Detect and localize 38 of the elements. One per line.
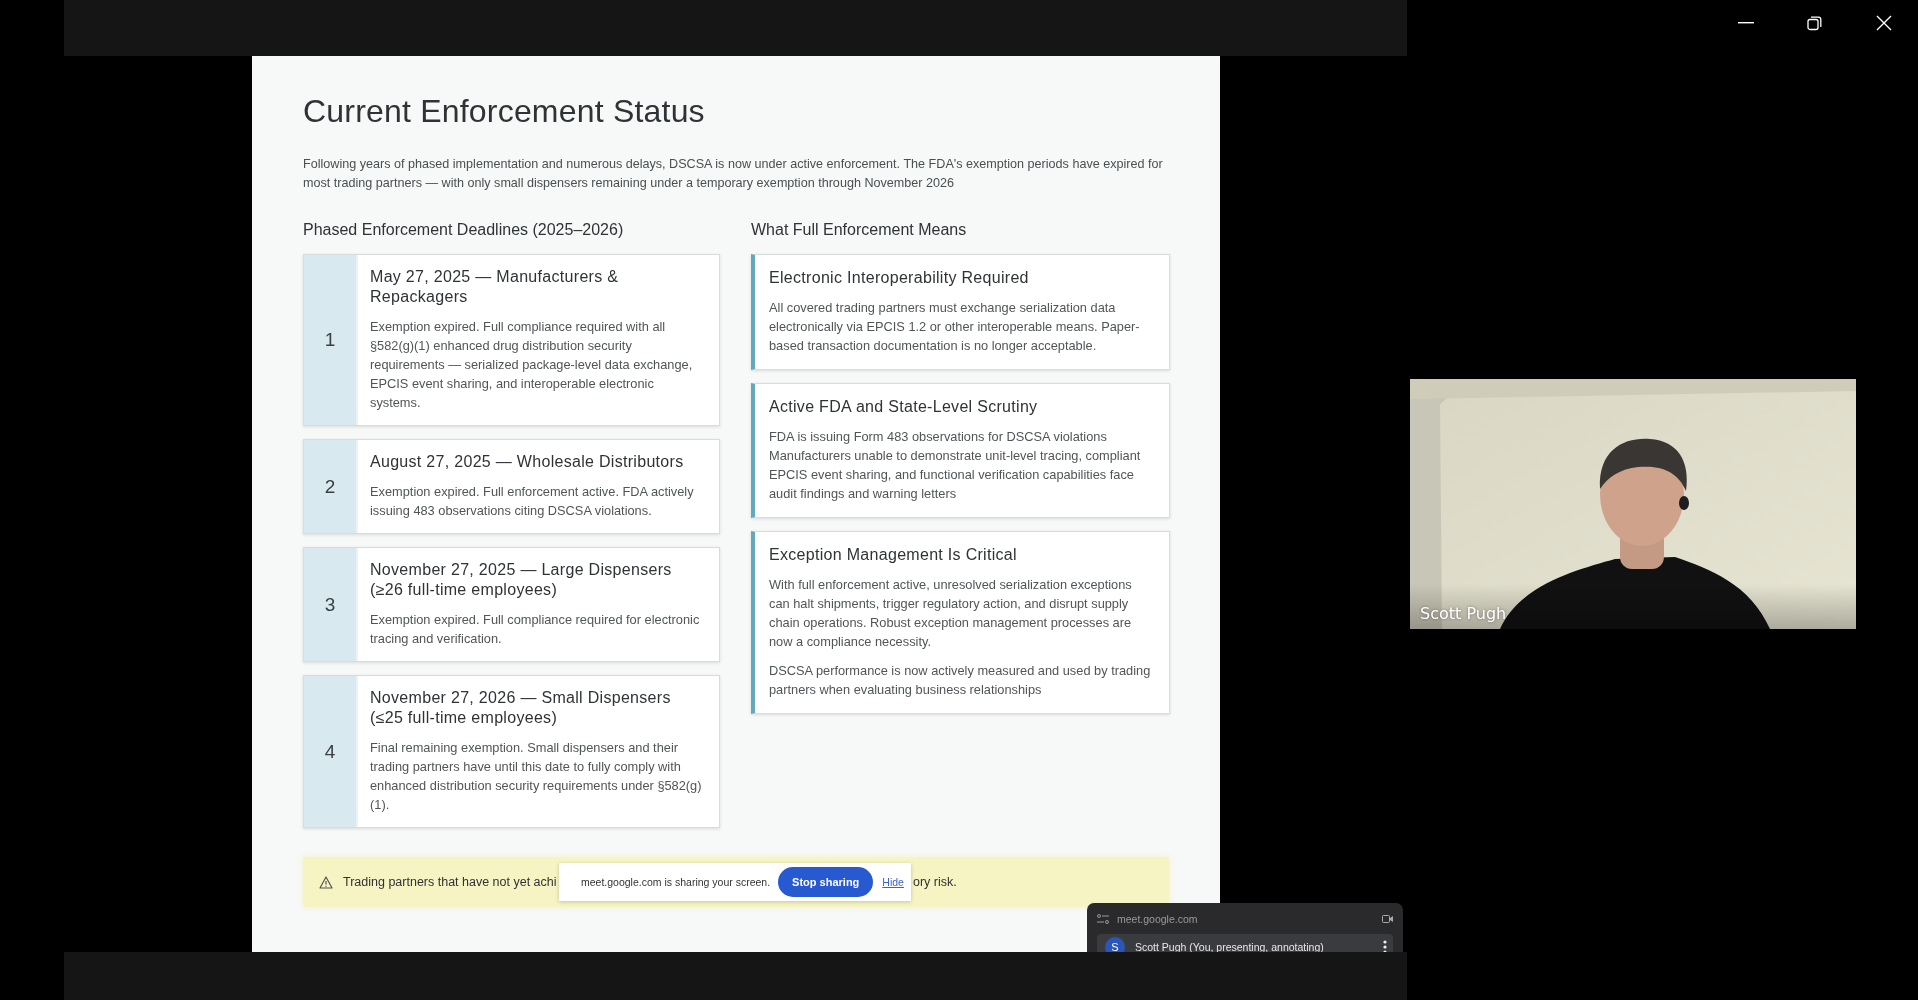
deadline-description: Exemption expired. Full compliance required for electronic tracing and verification. bbox=[370, 611, 701, 648]
participant-name: Scott Pugh bbox=[1420, 604, 1507, 623]
avatar: S bbox=[1105, 937, 1125, 952]
info-description: DSCSA performance is now actively measured and used by trading partners when evaluating business relationships bbox=[769, 662, 1152, 699]
step-number: 1 bbox=[304, 255, 358, 425]
close-icon bbox=[1875, 15, 1892, 31]
section-heading: What Full Enforcement Means bbox=[751, 221, 968, 239]
deadline-description: Final remaining exemption. Small dispensers and their trading partners have until this date to fully comply with enhanced distribution security requirements under §582(g)(1). bbox=[370, 739, 703, 814]
slide-title: Current Enforcement Status bbox=[303, 92, 706, 130]
alert-text: Trading partners that have not yet achi bbox=[343, 875, 558, 889]
info-title: Active FDA and State-Level Scrutiny bbox=[769, 397, 1039, 417]
tune-icon[interactable] bbox=[1097, 914, 1109, 924]
alert-text: ory risk. bbox=[913, 875, 957, 889]
deadline-description: Exemption expired. Full enforcement active. FDA actively issuing 483 observations citing DSCSA violations. bbox=[370, 483, 695, 520]
hide-link[interactable]: Hide bbox=[882, 876, 904, 888]
deadline-title: August 27, 2025 — Wholesale Distributors bbox=[370, 452, 685, 472]
share-message: meet.google.com is sharing your screen. bbox=[581, 876, 771, 888]
info-title: Exception Management Is Critical bbox=[769, 545, 1018, 565]
step-number: 4 bbox=[304, 676, 358, 827]
camera-icon[interactable] bbox=[1382, 915, 1393, 923]
info-description: FDA is issuing Form 483 observations for DSCSA violations Manufacturers unable to demonstrate unit-level tracing, compliant EPCIS event sharing, and functional verification capabilities face audit findings and warning letters bbox=[769, 428, 1142, 503]
step-number: 2 bbox=[304, 440, 358, 533]
deadline-title: November 27, 2025 — Large Dispensers (≥26 full-time employees) bbox=[370, 560, 673, 600]
step-number: 3 bbox=[304, 548, 358, 661]
deadline-title: May 27, 2025 — Manufacturers & Repackagers bbox=[370, 267, 620, 307]
stop-sharing-button[interactable]: Stop sharing bbox=[778, 867, 874, 897]
intro-paragraph: Following years of phased implementation and numerous delays, DSCSA is now under active enforcement. The FDA's exemption periods have expired for most trading partners — with only small dispensers remaining under a temporary exemption through November 2026 bbox=[303, 156, 1164, 192]
deadline-title: November 27, 2026 — Small Dispensers (≤25 full-time employees) bbox=[370, 688, 672, 728]
info-description: With full enforcement active, unresolved serialization exceptions can halt shipments, trigger regulatory action, and disrupt supply chain operations. Robust exception management processes are now a compliance necessity. bbox=[769, 576, 1133, 651]
restore-icon bbox=[1807, 15, 1822, 31]
info-title: Electronic Interoperability Required bbox=[769, 268, 1030, 288]
section-heading: Phased Enforcement Deadlines (2025–2026) bbox=[303, 221, 625, 239]
warning-icon bbox=[319, 875, 333, 889]
site-address: meet.google.com bbox=[1117, 913, 1199, 925]
deadline-description: Exemption expired. Full compliance required with all §582(g)(1) enhanced drug distribution security requirements — serialized package-level data exchange, EPCIS event sharing, and interoperable electronic systems. bbox=[370, 318, 694, 412]
info-description: All covered trading partners must exchange serialization data electronically via EPCIS 1.2 or other interoperable means. Paper-based transaction documentation is no longer acceptable. bbox=[769, 299, 1141, 355]
more-icon[interactable] bbox=[1383, 940, 1387, 952]
minimize-icon bbox=[1737, 22, 1754, 24]
